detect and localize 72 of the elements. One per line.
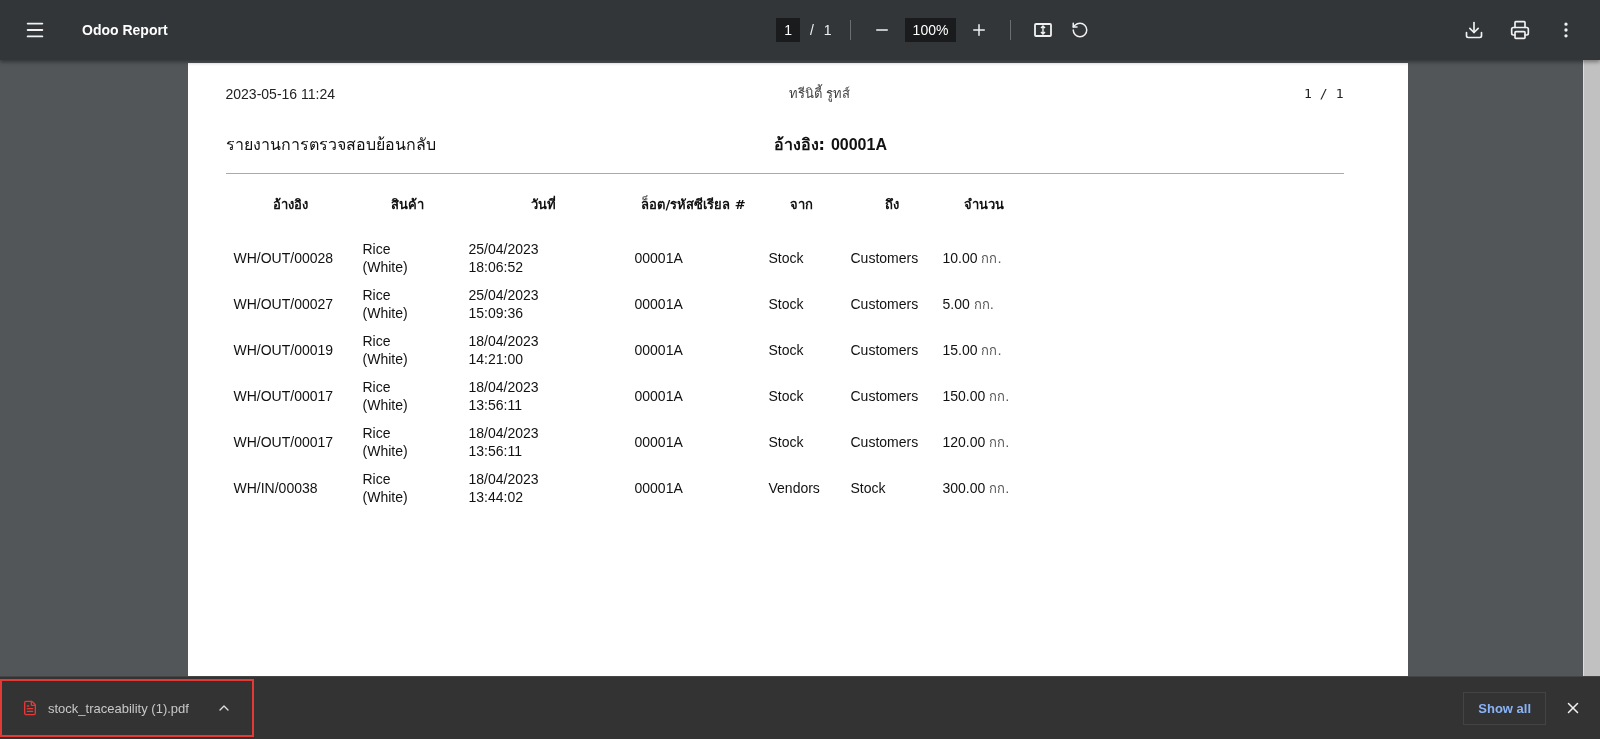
table-cell-text: 25/04/2023 15:09:36	[467, 286, 540, 323]
unit: กก.	[981, 250, 1002, 266]
table-cell-text: 18/04/2023 13:56:11	[467, 424, 540, 461]
quantity: 10.00	[942, 249, 978, 266]
table-cell-text: WH/OUT/00019	[232, 341, 335, 360]
table-cell-text: Stock	[767, 433, 805, 452]
table-cell-text: WH/OUT/00027	[232, 295, 335, 314]
table-cell-text: 00001A	[633, 387, 684, 406]
table-cell-text: Stock	[767, 341, 805, 360]
table-cell-text: Customers	[849, 341, 920, 360]
page-separator: /	[1319, 86, 1328, 101]
document-title: Odoo Report	[82, 22, 169, 38]
table-cell-text: Customers	[849, 387, 920, 406]
page-current: 1	[1304, 86, 1312, 101]
table-cell-text: Rice (White)	[361, 286, 409, 323]
page-total: 1	[1335, 86, 1344, 101]
table-cell-text: Customers	[849, 249, 920, 268]
unit: กก.	[989, 480, 1010, 496]
reference-value: 00001A	[830, 136, 887, 154]
table-cell-text: Stock	[767, 295, 805, 314]
quantity: 5.00	[942, 295, 970, 312]
print-date: 2023-05-16 11:24	[225, 85, 335, 102]
column-header: วันที่	[530, 194, 557, 214]
column-header: จาก	[789, 196, 814, 214]
table-cell-text: 18/04/2023 14:21:00	[467, 332, 540, 369]
table-cell-text: Customers	[849, 295, 920, 314]
table-cell-text: Rice (White)	[361, 240, 409, 277]
show-all-button[interactable]: Show all	[1463, 691, 1546, 725]
unit: กก.	[989, 434, 1010, 450]
table-cell-text: Rice (White)	[361, 424, 409, 461]
table-cell-text: Stock	[767, 249, 805, 268]
quantity: 150.00	[942, 387, 986, 404]
table-cell-text: 18/04/2023 13:56:11	[467, 378, 540, 415]
pdf-file-icon	[22, 700, 38, 716]
table-cell-text: Stock	[849, 479, 887, 498]
column-header: ถึง	[883, 196, 900, 214]
page-number-field[interactable]: 1	[776, 18, 800, 42]
table-cell-text: 00001A	[633, 479, 684, 498]
reference-label: อ้างอิง:	[773, 134, 825, 156]
table-cell-text: WH/OUT/00028	[232, 249, 335, 268]
column-header: สินค้า	[390, 196, 425, 214]
table-cell-text: 00001A	[633, 433, 684, 452]
unit: กก.	[981, 342, 1002, 358]
table-cell-text: WH/OUT/00017	[232, 387, 335, 406]
zoom-field[interactable]: 100%	[904, 18, 957, 42]
column-header: อ้างอิง	[271, 196, 309, 214]
download-item[interactable]: stock_traceability (1).pdf	[0, 679, 254, 737]
quantity: 120.00	[942, 433, 986, 450]
page-total: 1	[823, 22, 832, 38]
quantity: 300.00	[942, 479, 986, 496]
page-separator: /	[809, 22, 814, 38]
table-cell-text: Rice (White)	[361, 470, 409, 507]
table-cell-text: 25/04/2023 18:06:52	[467, 240, 540, 277]
quantity: 15.00	[942, 341, 978, 358]
report-title: รายงานการตรวจสอบย้อนกลับ	[225, 134, 437, 156]
table-cell-text: 00001A	[633, 249, 684, 268]
table-cell-text: 00001A	[633, 341, 684, 360]
table-cell-text: 18/04/2023 13:44:02	[467, 470, 540, 507]
unit: กก.	[989, 388, 1010, 404]
table-cell-text: Stock	[767, 387, 805, 406]
table-cell-text: Vendors	[767, 479, 821, 498]
table-cell-text: Customers	[849, 433, 920, 452]
table-cell-text: WH/OUT/00017	[232, 433, 335, 452]
table-cell-text: 00001A	[633, 295, 684, 314]
table-cell-text: Rice (White)	[361, 378, 409, 415]
table-cell-text: Rice (White)	[361, 332, 409, 369]
table-cell-text: WH/IN/00038	[232, 479, 319, 498]
scrollbar[interactable]	[1583, 60, 1600, 676]
company-name: ทรีนิตี้ รูทส์	[788, 83, 851, 104]
column-header: จำนวน	[962, 196, 1005, 214]
unit: กก.	[973, 296, 994, 312]
column-header: ล็อต/รหัสซีเรียล #	[640, 194, 747, 214]
